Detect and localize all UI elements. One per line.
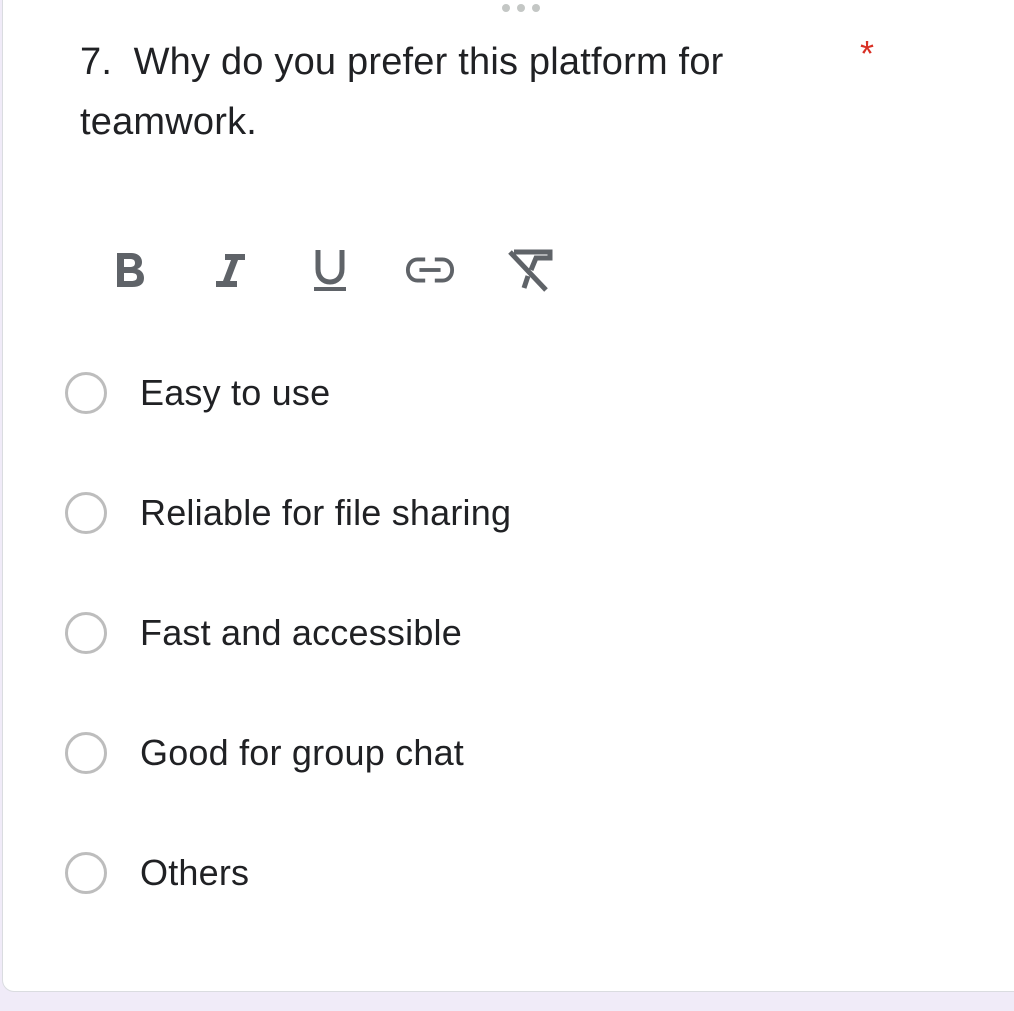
italic-button[interactable] [205, 240, 255, 300]
clear-format-icon [508, 249, 553, 292]
option-easy-to-use[interactable]: Easy to use [65, 363, 511, 423]
option-label: Good for group chat [140, 732, 465, 773]
underline-icon [314, 250, 346, 291]
options-list: Easy to use Reliable for file sharing Fa… [65, 363, 511, 963]
drag-dot [532, 4, 540, 12]
option-others[interactable]: Others [65, 843, 511, 903]
drag-handle[interactable] [502, 4, 540, 12]
link-button[interactable] [405, 240, 455, 300]
option-label: Others [140, 852, 250, 893]
radio-button[interactable] [65, 612, 107, 654]
question-card: 7. Why do you prefer this platform for t… [2, 0, 1014, 992]
radio-button[interactable] [65, 372, 107, 414]
clear-format-button[interactable] [505, 240, 555, 300]
drag-dot [502, 4, 510, 12]
option-group-chat[interactable]: Good for group chat [65, 723, 511, 783]
question-text: Why do you prefer this platform for team… [80, 41, 724, 143]
underline-button[interactable] [305, 240, 355, 300]
required-marker: * [860, 33, 875, 74]
option-reliable-file-sharing[interactable]: Reliable for file sharing [65, 483, 511, 543]
option-label: Fast and accessible [140, 612, 462, 653]
drag-dot [517, 4, 525, 12]
option-label: Easy to use [140, 372, 331, 413]
option-label: Reliable for file sharing [140, 492, 512, 533]
format-toolbar [105, 240, 605, 300]
link-icon [405, 257, 455, 283]
question-title: 7. Why do you prefer this platform for t… [80, 32, 800, 152]
radio-button[interactable] [65, 732, 107, 774]
radio-button[interactable] [65, 492, 107, 534]
radio-button[interactable] [65, 852, 107, 894]
option-fast-accessible[interactable]: Fast and accessible [65, 603, 511, 663]
question-number: 7. [80, 41, 113, 83]
bold-button[interactable] [105, 240, 155, 300]
bold-icon [117, 253, 144, 287]
italic-icon [216, 254, 245, 287]
